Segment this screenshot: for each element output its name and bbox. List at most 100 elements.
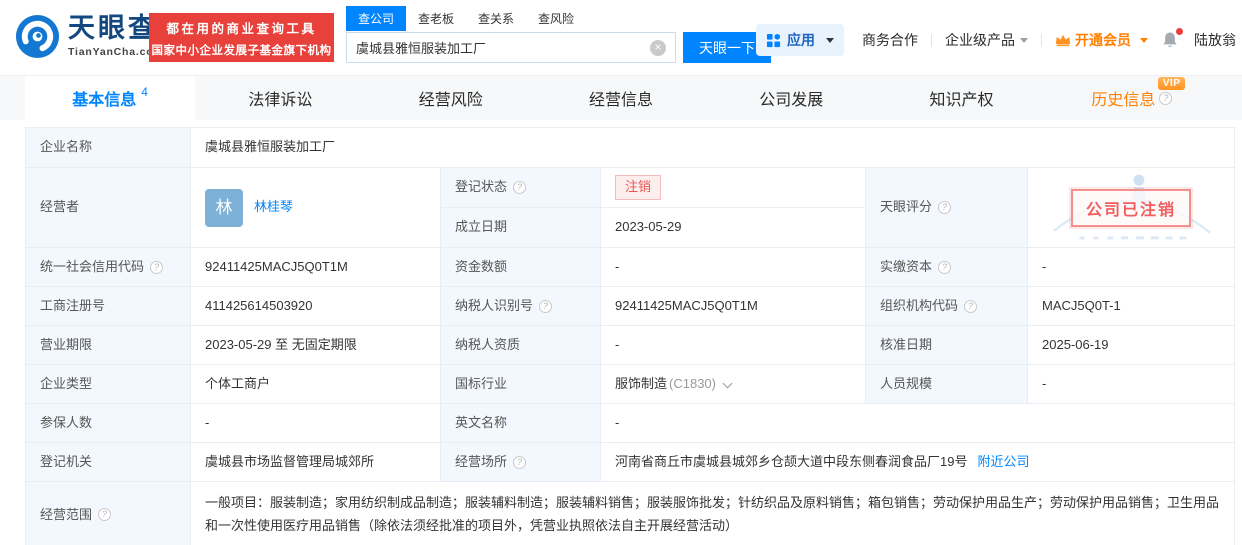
tab-label: 公司发展 <box>759 86 823 110</box>
chevron-down-icon <box>1020 38 1028 43</box>
table-row: 经营者 林 林桂琴 登记状态 ? 注销 成立日期 2023-05-29 天眼评分 <box>26 168 1234 248</box>
chevron-down-icon[interactable] <box>723 378 733 388</box>
tab-basic-info[interactable]: 基本信息 4 <box>25 76 195 120</box>
staff-size-value: - <box>1028 365 1234 403</box>
tab-label: 历史信息 <box>1091 86 1155 110</box>
business-term-value: 2023-05-29 至 无固定期限 <box>191 326 441 364</box>
tab-label: 基本信息 <box>72 86 136 110</box>
capital-amount-value: - <box>601 248 866 286</box>
help-icon[interactable]: ? <box>938 261 951 274</box>
table-row: 企业类型 个体工商户 国标行业 服饰制造 (C1830) 人员规模 - <box>26 365 1234 404</box>
membership-label: 开通会员 <box>1075 30 1131 50</box>
label-text: 天眼评分 <box>880 198 932 216</box>
tianyancha-logo[interactable]: 天眼查 TianYanCha.com <box>14 13 164 60</box>
company-cancelled-stamp: 公司已注销 <box>1071 189 1191 227</box>
help-icon[interactable]: ? <box>964 300 977 313</box>
nav-open-membership[interactable]: 开通会员 <box>1055 30 1148 50</box>
top-header: 天眼查 TianYanCha.com 都在用的商业查询工具 国家中小企业发展子基… <box>0 0 1242 75</box>
industry-label: 国标行业 <box>441 365 601 403</box>
search-input[interactable] <box>356 40 650 55</box>
help-icon[interactable]: ? <box>98 508 111 521</box>
registration-authority-label: 登记机关 <box>26 443 191 481</box>
industry-name: 服饰制造 <box>615 375 667 393</box>
business-term-label: 营业期限 <box>26 326 191 364</box>
tab-legal-proceedings[interactable]: 法律诉讼 <box>195 76 365 120</box>
nearby-companies-link[interactable]: 附近公司 <box>977 453 1029 471</box>
english-name-value: - <box>601 404 1234 442</box>
tab-history-info[interactable]: 历史信息 ? VIP <box>1047 76 1217 120</box>
search-tab-boss[interactable]: 查老板 <box>406 6 466 31</box>
credit-code-label: 统一社会信用代码 ? <box>26 248 191 286</box>
status-badge: 注销 <box>615 175 661 200</box>
notification-dot <box>1176 28 1183 35</box>
registration-status-cell: 注销 <box>601 168 866 207</box>
apps-label: 应用 <box>787 30 815 50</box>
company-name-label: 企业名称 <box>26 128 191 167</box>
tab-label: 知识产权 <box>930 86 994 110</box>
tab-count-badge: 4 <box>141 85 148 99</box>
paid-in-capital-value: - <box>1028 248 1234 286</box>
business-scope-value: 一般项目：服装制造；家用纺织制成品制造；服装辅料制造；服装辅料销售；服装服饰批发… <box>191 482 1234 545</box>
operator-name-link[interactable]: 林桂琴 <box>254 198 293 216</box>
business-premises-value: 河南省商丘市虞城县城郊乡仓颉大道中段东侧春润食品厂19号 附近公司 <box>601 443 1234 481</box>
search-tabs: 查公司 查老板 查关系 查风险 <box>346 6 771 31</box>
avatar[interactable]: 林 <box>205 189 243 227</box>
table-row: 统一社会信用代码 ? 92411425MACJ5Q0T1M 资金数额 - 实缴资… <box>26 248 1234 287</box>
label-text: 登记状态 <box>455 178 507 196</box>
apps-menu[interactable]: 应用 <box>756 24 844 56</box>
help-icon[interactable]: ? <box>513 456 526 469</box>
label-text: 组织机构代码 <box>880 297 958 315</box>
insured-count-value: - <box>191 404 441 442</box>
business-premises-label: 经营场所 ? <box>441 443 601 481</box>
operator-cell: 林 林桂琴 <box>191 168 441 247</box>
grid-icon <box>766 33 781 48</box>
help-icon[interactable]: ? <box>1159 92 1172 105</box>
registration-status-label: 登记状态 ? <box>441 168 601 207</box>
search-tab-relation[interactable]: 查关系 <box>466 6 526 31</box>
tab-company-development[interactable]: 公司发展 <box>706 76 876 120</box>
table-row: 经营范围 ? 一般项目：服装制造；家用纺织制成品制造；服装辅料制造；服装辅料销售… <box>26 482 1234 545</box>
help-icon[interactable]: ? <box>539 300 552 313</box>
search-tab-company[interactable]: 查公司 <box>346 6 406 31</box>
slogan-banner: 都在用的商业查询工具 国家中小企业发展子基金旗下机构 <box>149 13 334 62</box>
enterprise-label: 企业级产品 <box>945 32 1015 48</box>
search-tab-risk[interactable]: 查风险 <box>526 6 586 31</box>
crown-icon <box>1055 33 1071 47</box>
established-date-value: 2023-05-29 <box>601 208 866 247</box>
business-scope-label: 经营范围 ? <box>26 482 191 545</box>
business-reg-number-value: 411425614503920 <box>191 287 441 325</box>
address-text: 河南省商丘市虞城县城郊乡仓颉大道中段东侧春润食品厂19号 <box>615 453 967 471</box>
operator-label: 经营者 <box>26 168 191 247</box>
tianyan-score-label: 天眼评分 ? <box>866 168 1028 247</box>
approval-date-label: 核准日期 <box>866 326 1028 364</box>
help-icon[interactable]: ? <box>150 261 163 274</box>
company-name-value: 虞城县雅恒服装加工厂 <box>191 128 1234 167</box>
tab-label: 经营风险 <box>419 86 483 110</box>
username[interactable]: 陆放翁 <box>1194 30 1236 50</box>
notifications-bell-icon[interactable] <box>1161 30 1179 50</box>
nav-business-cooperation[interactable]: 商务合作 <box>862 30 918 50</box>
taxpayer-id-label: 纳税人识别号 ? <box>441 287 601 325</box>
taxpayer-qualification-value: - <box>601 326 866 364</box>
tab-business-info[interactable]: 经营信息 <box>536 76 706 120</box>
label-text: 经营范围 <box>40 506 92 524</box>
table-row: 企业名称 虞城县雅恒服装加工厂 <box>26 128 1234 168</box>
slogan-line1: 都在用的商业查询工具 <box>149 18 334 37</box>
staff-size-label: 人员规模 <box>866 365 1028 403</box>
table-row: 参保人数 - 英文名称 - <box>26 404 1234 443</box>
label-text: 纳税人识别号 <box>455 297 533 315</box>
search-box: × <box>346 32 676 63</box>
table-row: 工商注册号 411425614503920 纳税人识别号 ? 92411425M… <box>26 287 1234 326</box>
established-date-label: 成立日期 <box>441 208 601 247</box>
help-icon[interactable]: ? <box>513 181 526 194</box>
nav-enterprise-products[interactable]: 企业级产品 <box>945 30 1028 50</box>
divider <box>1041 34 1042 47</box>
english-name-label: 英文名称 <box>441 404 601 442</box>
help-icon[interactable]: ? <box>938 201 951 214</box>
industry-code: (C1830) <box>669 375 716 393</box>
tab-operational-risk[interactable]: 经营风险 <box>366 76 536 120</box>
clear-search-icon[interactable]: × <box>650 40 666 56</box>
tab-intellectual-property[interactable]: 知识产权 <box>876 76 1046 120</box>
approval-date-value: 2025-06-19 <box>1028 326 1234 364</box>
search-area: 查公司 查老板 查关系 查风险 × 天眼一下 <box>346 6 771 63</box>
